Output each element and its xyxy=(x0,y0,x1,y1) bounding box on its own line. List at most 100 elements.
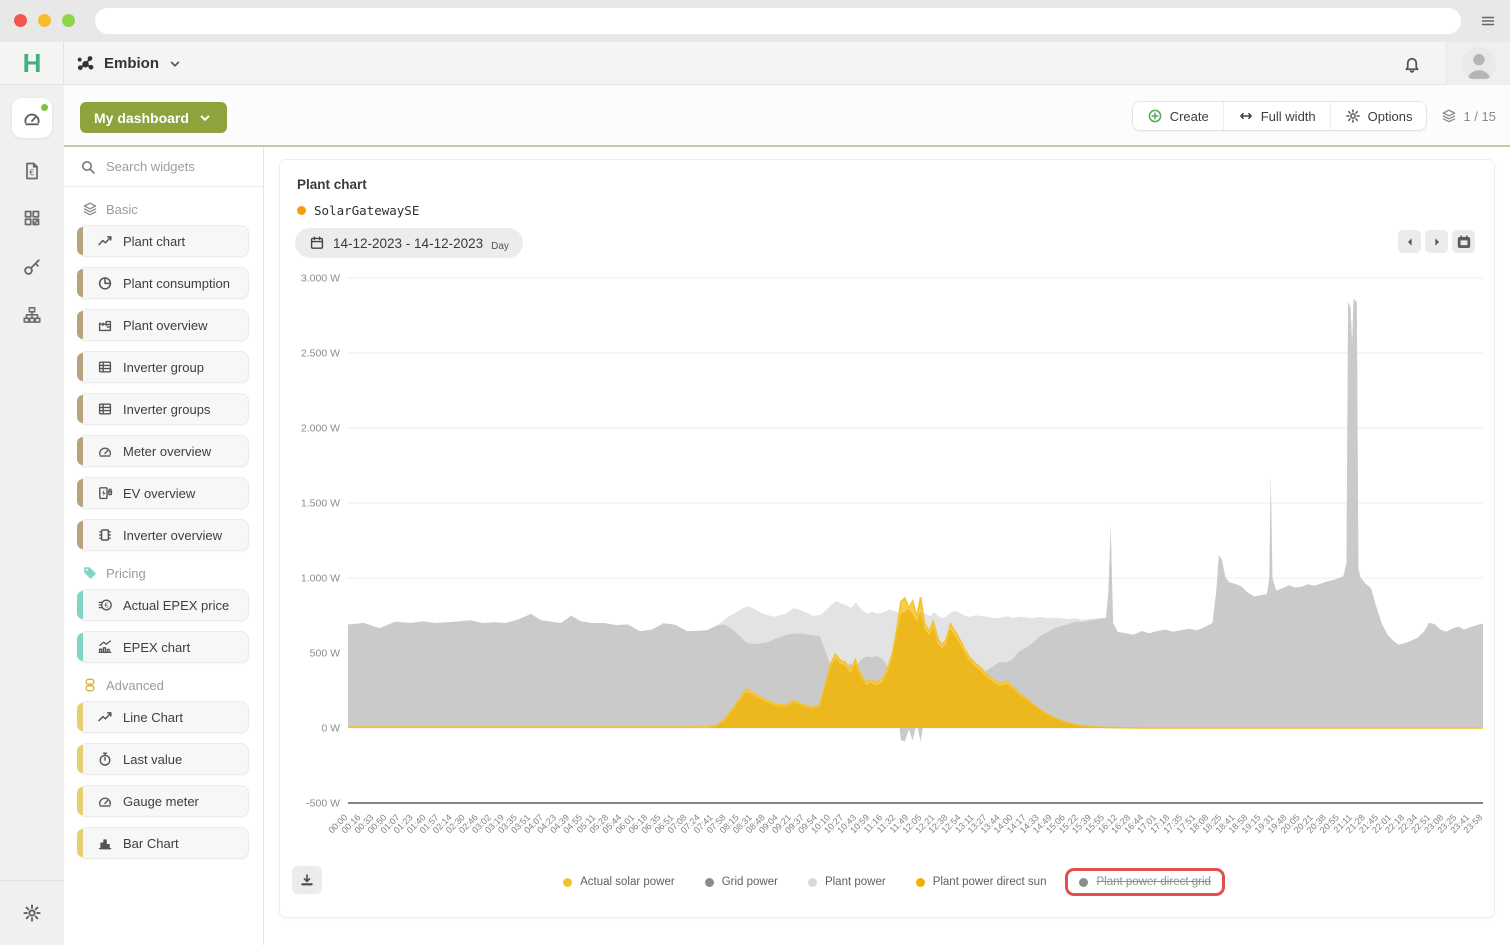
plant-chart-plot: 3.000 W2.500 W2.000 W1.500 W1.000 W500 W… xyxy=(284,270,1490,870)
ev-charger-icon xyxy=(97,485,113,501)
plus-circle-icon xyxy=(1147,108,1163,124)
sitemap-icon xyxy=(22,305,42,325)
dashboard-page-indicator: 1 / 15 xyxy=(1437,108,1496,124)
widgets-grid-icon xyxy=(22,208,42,228)
widget-item-inverter-overview[interactable]: Inverter overview xyxy=(78,519,249,551)
legend-dot xyxy=(1079,878,1088,887)
svg-text:0 W: 0 W xyxy=(321,723,340,735)
device-row: SolarGatewaySE xyxy=(297,203,419,218)
section-header-basic: Basic xyxy=(82,201,263,217)
svg-text:€: € xyxy=(105,601,110,610)
calendar-filled-icon xyxy=(1456,234,1472,250)
widget-item-last-value[interactable]: Last value xyxy=(78,743,249,775)
factory-icon xyxy=(97,317,113,333)
widget-item-plant-consumption[interactable]: Plant consumption xyxy=(78,267,249,299)
coin-icon: € xyxy=(97,597,113,613)
rail-item-settings[interactable] xyxy=(12,893,52,933)
widget-item-plant-overview[interactable]: Plant overview xyxy=(78,309,249,341)
date-row: 14-12-2023 - 14-12-2023 Day xyxy=(295,228,1479,260)
legend-item-actual-solar-power[interactable]: Actual solar power xyxy=(563,876,675,888)
app-logo[interactable]: H xyxy=(0,42,64,85)
arrows-horizontal-icon xyxy=(1238,108,1254,124)
table-icon xyxy=(97,359,113,375)
active-indicator-dot xyxy=(41,104,48,111)
stack-icon xyxy=(82,201,98,217)
full-width-button[interactable]: Full width xyxy=(1223,102,1330,130)
main-content: Plant chart SolarGatewaySE 14-12-2023 - … xyxy=(264,147,1510,945)
device-name: SolarGatewaySE xyxy=(314,203,419,218)
chip-icon xyxy=(97,527,113,543)
widget-item-ev-overview[interactable]: EV overview xyxy=(78,477,249,509)
legend-dot xyxy=(808,878,817,887)
toolbar-actions: Create Full width Options 1 / 15 xyxy=(1132,101,1496,131)
rail-item-widgets[interactable] xyxy=(12,198,52,238)
widget-item-gauge-meter[interactable]: Gauge meter xyxy=(78,785,249,817)
svg-text:€: € xyxy=(29,167,34,177)
legend-dot xyxy=(563,878,572,887)
app-window: H Embion € xyxy=(0,0,1510,945)
calendar-icon xyxy=(309,235,325,251)
network-icon xyxy=(76,54,96,74)
widget-item-actual-epex-price[interactable]: €Actual EPEX price xyxy=(78,589,249,621)
legend-item-plant-power[interactable]: Plant power xyxy=(808,876,886,888)
rail-divider xyxy=(0,880,64,881)
widget-item-epex-chart[interactable]: EPEX chart xyxy=(78,631,249,663)
create-button[interactable]: Create xyxy=(1133,102,1223,130)
date-range-value: 14-12-2023 - 14-12-2023 xyxy=(333,236,483,251)
browser-menu-icon[interactable] xyxy=(1480,13,1496,29)
toolbar-button-group: Create Full width Options xyxy=(1132,101,1428,131)
legend-dot xyxy=(916,878,925,887)
legend-item-grid-power[interactable]: Grid power xyxy=(705,876,778,888)
caret-right-icon xyxy=(1429,234,1445,250)
close-window-button[interactable] xyxy=(14,14,27,27)
legend-item-plant-power-direct-sun[interactable]: Plant power direct sun xyxy=(916,876,1047,888)
dashboard-toolbar: My dashboard Create Full width Options xyxy=(64,85,1510,147)
widget-item-bar-chart[interactable]: Bar Chart xyxy=(78,827,249,859)
invoice-icon: € xyxy=(22,161,42,181)
next-period-button[interactable] xyxy=(1425,230,1448,253)
table-icon xyxy=(97,401,113,417)
minimize-window-button[interactable] xyxy=(38,14,51,27)
browser-chrome xyxy=(0,0,1510,42)
chevron-down-icon xyxy=(197,110,213,126)
rail-item-access-keys[interactable] xyxy=(12,247,52,287)
dashboard-name: My dashboard xyxy=(94,110,189,126)
chart-canvas: 3.000 W2.500 W2.000 W1.500 W1.000 W500 W… xyxy=(284,270,1490,870)
zoom-window-button[interactable] xyxy=(62,14,75,27)
widget-item-line-chart[interactable]: Line Chart xyxy=(78,701,249,733)
chevron-down-icon xyxy=(167,56,183,72)
calendar-button[interactable] xyxy=(1452,230,1475,253)
stopwatch-icon xyxy=(97,751,113,767)
widget-search xyxy=(64,147,263,187)
url-bar[interactable] xyxy=(95,8,1461,34)
meter-icon xyxy=(97,793,113,809)
svg-text:3.000 W: 3.000 W xyxy=(301,273,340,285)
org-name: Embion xyxy=(104,55,159,72)
dashboard-select-button[interactable]: My dashboard xyxy=(80,102,227,133)
rail-item-sitemap[interactable] xyxy=(12,295,52,335)
app-header: H Embion xyxy=(0,42,1510,85)
gear-icon xyxy=(1345,108,1361,124)
widget-item-meter-overview[interactable]: Meter overview xyxy=(78,435,249,467)
rail-item-invoices[interactable]: € xyxy=(12,151,52,191)
widget-item-inverter-group[interactable]: Inverter group xyxy=(78,351,249,383)
previous-period-button[interactable] xyxy=(1398,230,1421,253)
create-label: Create xyxy=(1170,109,1209,124)
notifications-bell-icon[interactable] xyxy=(1402,54,1422,74)
options-button[interactable]: Options xyxy=(1330,102,1427,130)
legend-item-plant-power-direct-grid[interactable]: Plant power direct grid xyxy=(1065,868,1224,896)
widget-item-plant-chart[interactable]: Plant chart xyxy=(78,225,249,257)
section-header-advanced: Advanced xyxy=(82,677,263,693)
user-menu[interactable] xyxy=(1446,42,1510,85)
key-icon xyxy=(22,257,42,277)
date-range-picker[interactable]: 14-12-2023 - 14-12-2023 Day xyxy=(295,228,523,258)
search-input[interactable] xyxy=(106,159,246,174)
pie-chart-icon xyxy=(97,275,113,291)
rail-item-dashboard[interactable] xyxy=(12,98,52,138)
svg-text:1.500 W: 1.500 W xyxy=(301,498,340,510)
org-switcher[interactable]: Embion xyxy=(76,42,183,85)
svg-text:-500 W: -500 W xyxy=(306,798,340,810)
coin-chart-icon xyxy=(97,639,113,655)
widget-item-inverter-groups[interactable]: Inverter groups xyxy=(78,393,249,425)
pills-icon xyxy=(82,677,98,693)
